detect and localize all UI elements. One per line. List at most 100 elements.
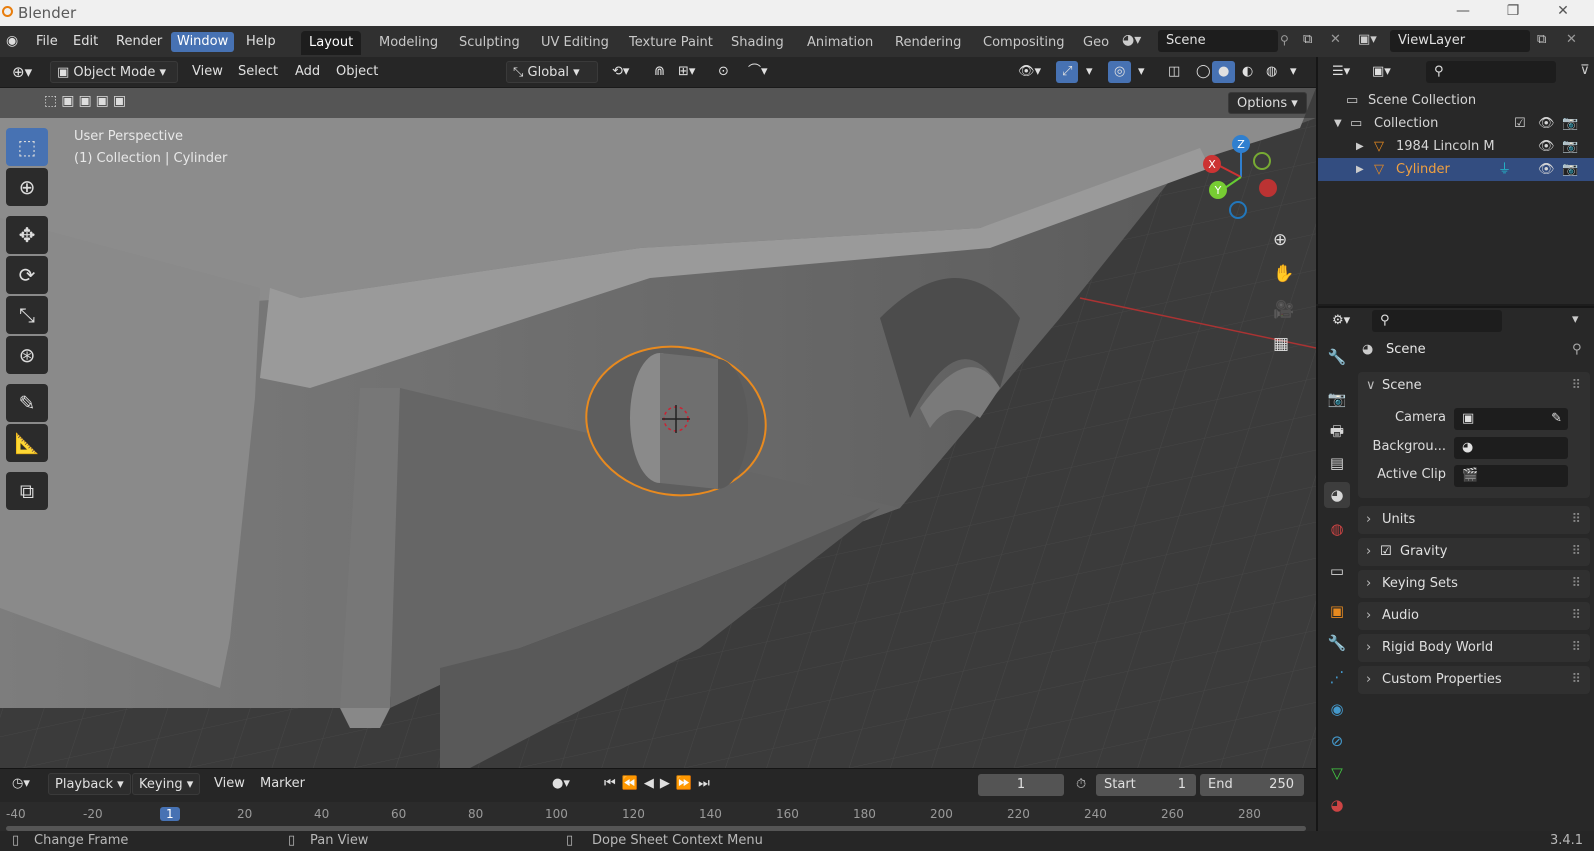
outliner-row-collection[interactable]: ▼ ▭ Collection ☑ 👁 📷 [1318,112,1594,135]
scene-panel-header[interactable]: ∨ Scene ⠿ [1358,372,1590,400]
start-frame-field[interactable]: Start 1 [1096,774,1196,796]
tab-uv-editing[interactable]: UV Editing [533,31,617,55]
timeline-menu-marker[interactable]: Marker [254,773,311,795]
solid-shading-icon[interactable]: ● [1212,61,1236,83]
view-layer-tab-icon[interactable]: ▤ [1324,450,1350,476]
gravity-checkbox[interactable]: ☑ [1380,538,1392,566]
audio-panel[interactable]: › Audio ⠿ [1358,602,1590,630]
timeline-menu-view[interactable]: View [208,773,251,795]
menu-window[interactable]: Window [171,32,235,52]
background-field[interactable]: ◕ [1454,437,1568,459]
expand-arrow-icon[interactable]: ▼ [1334,112,1342,135]
overlay-dropdown-icon[interactable]: ▾ [1132,61,1151,83]
end-frame-field[interactable]: End 250 [1200,774,1304,796]
tool-tab-icon[interactable]: 🔧 [1324,344,1350,370]
eye-icon[interactable]: 👁 [1538,112,1555,135]
object-tab-icon[interactable]: ▣ [1324,598,1350,624]
pin-icon[interactable]: ⚲ [1280,33,1289,47]
eyedropper-icon[interactable]: ✎ [1551,408,1562,430]
zoom-icon[interactable]: ⊕ [1273,230,1287,250]
render-tab-icon[interactable]: 📷 [1324,386,1350,412]
blender-menu-icon[interactable]: ◉ [6,33,24,51]
modifier-tab-icon[interactable]: 🔧 [1324,630,1350,656]
stopwatch-icon[interactable]: ⏱ [1076,777,1086,792]
camera-view-icon[interactable]: 🎥 [1273,300,1294,320]
expand-arrow-icon[interactable]: ▶ [1356,135,1364,158]
playback-dropdown[interactable]: Playback ▾ [48,773,131,795]
camera-icon[interactable]: 📷 [1562,112,1578,135]
properties-search-input[interactable]: ⚲ [1372,310,1502,332]
menu-object[interactable]: Object [330,61,384,83]
minimize-button[interactable]: — [1448,3,1478,23]
annotate-tool-icon[interactable]: ✎ [6,384,48,422]
visibility-icon[interactable]: 👁▾ [1012,61,1047,83]
drag-handle-icon[interactable]: ⠿ [1571,372,1580,400]
filter-icon[interactable]: ⊽ [1580,63,1590,78]
new-viewlayer-icon[interactable]: ⧉ [1537,32,1546,47]
frame-ruler[interactable]: -40 -20 1 20 40 60 80 100 120 140 160 180 200 220 240 2… [0,802,1316,832]
record-button[interactable]: ●▾ [546,773,576,795]
camera-icon[interactable]: 📷 [1562,135,1578,158]
editor-type-icon[interactable]: ⊕▾ [6,61,38,83]
eye-icon[interactable]: 👁 [1538,158,1555,181]
drag-handle-icon[interactable]: ⠿ [1571,538,1580,566]
tab-texture-paint[interactable]: Texture Paint [621,31,721,55]
active-clip-field[interactable]: 🎬 [1454,465,1568,487]
menu-render[interactable]: Render [110,32,168,52]
tab-rendering[interactable]: Rendering [887,31,969,55]
new-scene-icon[interactable]: ⧉ [1303,32,1312,47]
outliner-search-input[interactable]: ⚲ [1426,61,1556,83]
tab-modeling[interactable]: Modeling [371,31,446,55]
drag-handle-icon[interactable]: ⠿ [1571,634,1580,662]
viewlayer-browse-icon[interactable]: ▣▾ [1358,32,1377,47]
outliner-editor-type-icon[interactable]: ☰▾ [1326,61,1356,83]
orientation-dropdown[interactable]: ⤡ Global ▾ [506,61,598,83]
drag-handle-icon[interactable]: ⠿ [1571,666,1580,694]
playback-controls[interactable]: ⏮⏪◀▶⏩⏭ [598,773,722,795]
world-tab-icon[interactable]: ◍ [1324,516,1350,542]
shading-dropdown-icon[interactable]: ▾ [1284,61,1303,83]
snap-icon[interactable]: ⋒ [648,61,671,83]
eye-icon[interactable]: 👁 [1538,135,1555,158]
keying-sets-panel[interactable]: › Keying Sets ⠿ [1358,570,1590,598]
snap-target-icon[interactable]: ⊞▾ [672,61,701,83]
scene-tab-icon[interactable]: ◕ [1324,482,1350,508]
close-button[interactable]: ✕ [1548,3,1578,23]
pivot-icon[interactable]: ⟲▾ [606,61,635,83]
scene-name-field[interactable]: Scene [1158,30,1278,52]
3d-viewport[interactable]: ⬚▣▣▣▣ Options ▾ User Perspective (1) Col… [0,88,1316,768]
overlay-toggle-icon[interactable]: ◎ [1108,61,1132,83]
gizmo-dropdown-icon[interactable]: ▾ [1080,61,1099,83]
cursor-tool-icon[interactable]: ⊕ [6,168,48,206]
select-mode-icons[interactable]: ⬚▣▣▣▣ [44,93,130,109]
mesh-data-icon[interactable]: ⏚ [1498,158,1511,181]
measure-tool-icon[interactable]: 📐 [6,424,48,462]
properties-options-icon[interactable]: ▾ [1572,312,1579,327]
proportional-edit-icon[interactable]: ⊙ [712,61,735,83]
camera-field[interactable]: ▣ ✎ [1454,408,1568,430]
move-tool-icon[interactable]: ✥ [6,216,48,254]
menu-edit[interactable]: Edit [67,32,104,52]
tab-sculpting[interactable]: Sculpting [451,31,528,55]
tab-layout[interactable]: Layout [301,31,362,55]
timeline-editor-type-icon[interactable]: ◷▾ [6,773,36,795]
menu-select[interactable]: Select [232,61,284,83]
remove-scene-icon[interactable]: ✕ [1330,32,1341,47]
custom-properties-panel[interactable]: › Custom Properties ⠿ [1358,666,1590,694]
transform-tool-icon[interactable]: ⊛ [6,336,48,374]
menu-add[interactable]: Add [289,61,326,83]
collection-tab-icon[interactable]: ▭ [1324,558,1350,584]
drag-handle-icon[interactable]: ⠿ [1571,506,1580,534]
xray-icon[interactable]: ◫ [1162,61,1186,83]
remove-viewlayer-icon[interactable]: ✕ [1566,32,1577,47]
menu-view[interactable]: View [186,61,229,83]
gizmo-toggle-icon[interactable]: ⤢ [1056,61,1079,83]
units-panel[interactable]: › Units ⠿ [1358,506,1590,534]
rigid-body-world-panel[interactable]: › Rigid Body World ⠿ [1358,634,1590,662]
particles-tab-icon[interactable]: ⋰ [1324,664,1350,690]
display-mode-icon[interactable]: ▣▾ [1366,61,1397,83]
scene-browse-icon[interactable]: ◕▾ [1122,32,1141,48]
falloff-icon[interactable]: ⌒▾ [742,61,774,83]
material-shading-icon[interactable]: ◐ [1236,61,1259,83]
maximize-button[interactable]: ❐ [1498,3,1528,23]
